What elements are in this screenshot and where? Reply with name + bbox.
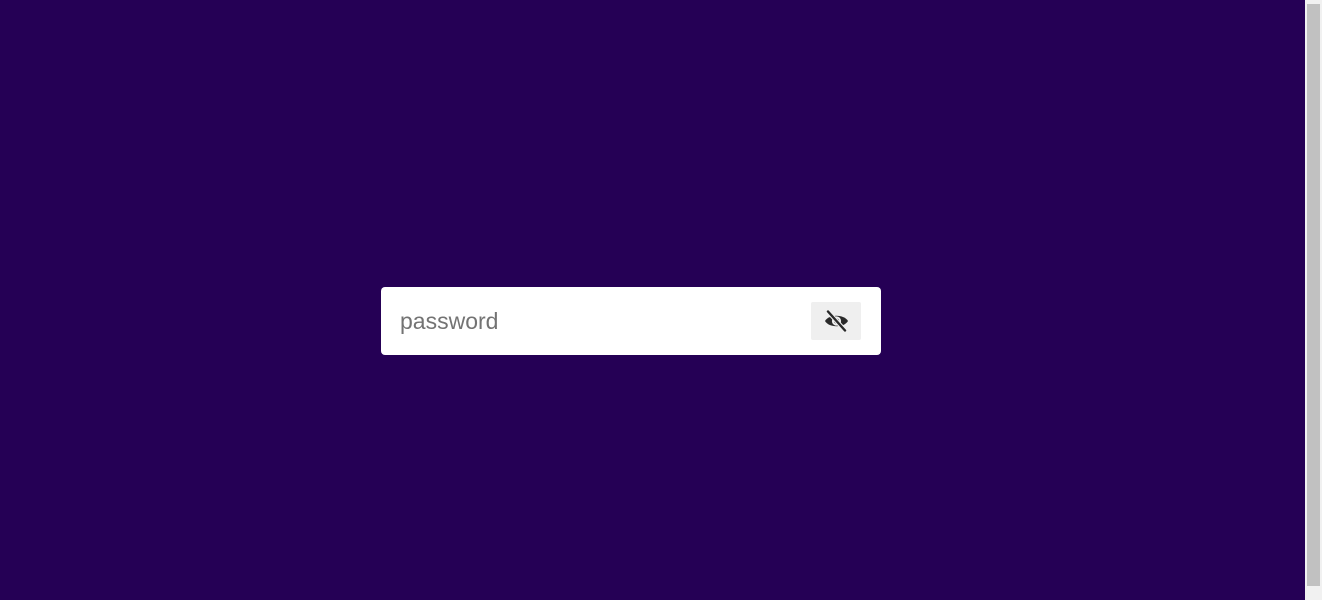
vertical-scrollbar[interactable]: [1305, 0, 1322, 600]
password-container: [381, 287, 881, 355]
scrollbar-thumb[interactable]: [1307, 4, 1320, 586]
password-input[interactable]: [381, 287, 801, 355]
page-background: [0, 0, 1305, 600]
eye-slash-icon: [823, 310, 850, 332]
toggle-password-visibility-button[interactable]: [811, 302, 861, 340]
